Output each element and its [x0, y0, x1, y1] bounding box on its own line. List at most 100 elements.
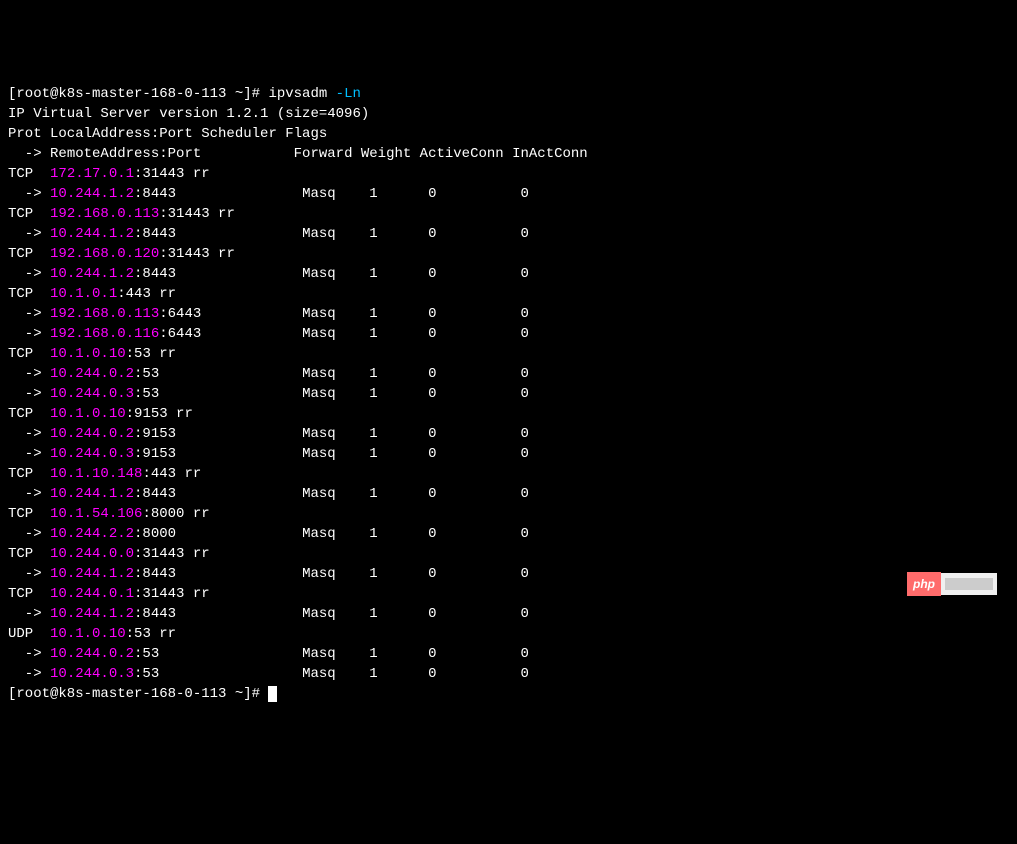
rs-ip: 10.244.1.2 [50, 566, 134, 582]
active-conn: 0 [428, 486, 520, 502]
forward-method: Masq [302, 646, 369, 662]
rs-ip: 192.168.0.116 [50, 326, 159, 342]
real-server-line: -> 10.244.1.2:8443 Masq 1 0 0 [8, 564, 1009, 584]
inact-conn: 0 [521, 326, 529, 342]
protocol: TCP [8, 286, 50, 302]
forward-method: Masq [302, 266, 369, 282]
rs-ip: 10.244.0.2 [50, 366, 134, 382]
rs-ip: 10.244.2.2 [50, 526, 134, 542]
forward-method: Masq [302, 486, 369, 502]
cursor[interactable] [268, 686, 277, 702]
weight-value: 1 [369, 566, 428, 582]
rs-port: :8443 [134, 266, 302, 282]
vs-ip: 10.244.0.0 [50, 546, 134, 562]
virtual-server-line: TCP 192.168.0.113:31443 rr [8, 204, 1009, 224]
weight-value: 1 [369, 646, 428, 662]
virtual-server-line: TCP 172.17.0.1:31443 rr [8, 164, 1009, 184]
forward-method: Masq [302, 366, 369, 382]
arrow: -> [8, 186, 50, 202]
rs-port: :53 [134, 666, 302, 682]
protocol: TCP [8, 586, 50, 602]
terminal-output: [root@k8s-master-168-0-113 ~]# ipvsadm -… [8, 84, 1009, 704]
forward-method: Masq [302, 186, 369, 202]
weight-value: 1 [369, 526, 428, 542]
virtual-server-line: TCP 10.1.54.106:8000 rr [8, 504, 1009, 524]
php-watermark: php [907, 573, 997, 595]
weight-value: 1 [369, 366, 428, 382]
vs-port-scheduler: :9153 rr [126, 406, 193, 422]
arrow: -> [8, 366, 50, 382]
forward-method: Masq [302, 226, 369, 242]
inact-conn: 0 [521, 426, 529, 442]
vs-port-scheduler: :31443 rr [159, 206, 235, 222]
protocol: TCP [8, 466, 50, 482]
inact-conn: 0 [521, 666, 529, 682]
inact-conn: 0 [521, 226, 529, 242]
real-server-line: -> 10.244.1.2:8443 Masq 1 0 0 [8, 604, 1009, 624]
virtual-server-line: TCP 10.244.0.1:31443 rr [8, 584, 1009, 604]
inact-conn: 0 [521, 486, 529, 502]
arrow: -> [8, 306, 50, 322]
command-option: -Ln [336, 86, 361, 102]
inact-conn: 0 [521, 446, 529, 462]
virtual-server-line: TCP 10.1.10.148:443 rr [8, 464, 1009, 484]
vs-port-scheduler: :443 rr [142, 466, 201, 482]
rs-ip: 10.244.0.3 [50, 446, 134, 462]
protocol: TCP [8, 546, 50, 562]
forward-method: Masq [302, 666, 369, 682]
vs-port-scheduler: :8000 rr [142, 506, 209, 522]
active-conn: 0 [428, 526, 520, 542]
weight-value: 1 [369, 386, 428, 402]
active-conn: 0 [428, 646, 520, 662]
rs-ip: 10.244.0.3 [50, 386, 134, 402]
rs-ip: 10.244.1.2 [50, 606, 134, 622]
command-name: ipvsadm [268, 86, 335, 102]
active-conn: 0 [428, 366, 520, 382]
arrow: -> [8, 386, 50, 402]
active-conn: 0 [428, 386, 520, 402]
table-header-1: Prot LocalAddress:Port Scheduler Flags [8, 126, 327, 142]
weight-value: 1 [369, 266, 428, 282]
header-line-1: Prot LocalAddress:Port Scheduler Flags [8, 124, 1009, 144]
active-conn: 0 [428, 666, 520, 682]
virtual-server-line: UDP 10.1.0.10:53 rr [8, 624, 1009, 644]
vs-ip: 10.244.0.1 [50, 586, 134, 602]
real-server-line: -> 10.244.1.2:8443 Masq 1 0 0 [8, 224, 1009, 244]
real-server-line: -> 10.244.1.2:8443 Masq 1 0 0 [8, 264, 1009, 284]
active-conn: 0 [428, 306, 520, 322]
rs-port: :8443 [134, 566, 302, 582]
arrow: -> [8, 646, 50, 662]
virtual-server-line: TCP 10.1.0.10:53 rr [8, 344, 1009, 364]
rs-ip: 10.244.0.3 [50, 666, 134, 682]
vs-ip: 10.1.0.10 [50, 346, 126, 362]
real-server-line: -> 10.244.1.2:8443 Masq 1 0 0 [8, 484, 1009, 504]
active-conn: 0 [428, 226, 520, 242]
command-line: [root@k8s-master-168-0-113 ~]# ipvsadm -… [8, 84, 1009, 104]
vs-ip: 10.1.54.106 [50, 506, 142, 522]
rs-port: :8443 [134, 486, 302, 502]
vs-ip: 172.17.0.1 [50, 166, 134, 182]
watermark-bar [945, 578, 993, 590]
vs-ip: 10.1.0.10 [50, 626, 126, 642]
vs-port-scheduler: :31443 rr [134, 166, 210, 182]
active-conn: 0 [428, 446, 520, 462]
active-conn: 0 [428, 266, 520, 282]
weight-value: 1 [369, 326, 428, 342]
weight-value: 1 [369, 306, 428, 322]
vs-port-scheduler: :53 rr [126, 626, 176, 642]
rs-port: :8000 [134, 526, 302, 542]
arrow: -> [8, 326, 50, 342]
arrow: -> [8, 226, 50, 242]
rs-port: :53 [134, 386, 302, 402]
vs-ip: 10.1.0.10 [50, 406, 126, 422]
rs-ip: 10.244.1.2 [50, 266, 134, 282]
active-conn: 0 [428, 186, 520, 202]
protocol: TCP [8, 166, 50, 182]
arrow: -> [8, 566, 50, 582]
forward-method: Masq [302, 386, 369, 402]
weight-value: 1 [369, 486, 428, 502]
protocol: UDP [8, 626, 50, 642]
real-server-line: -> 10.244.1.2:8443 Masq 1 0 0 [8, 184, 1009, 204]
prompt-line: [root@k8s-master-168-0-113 ~]# [8, 684, 1009, 704]
rs-port: :53 [134, 646, 302, 662]
